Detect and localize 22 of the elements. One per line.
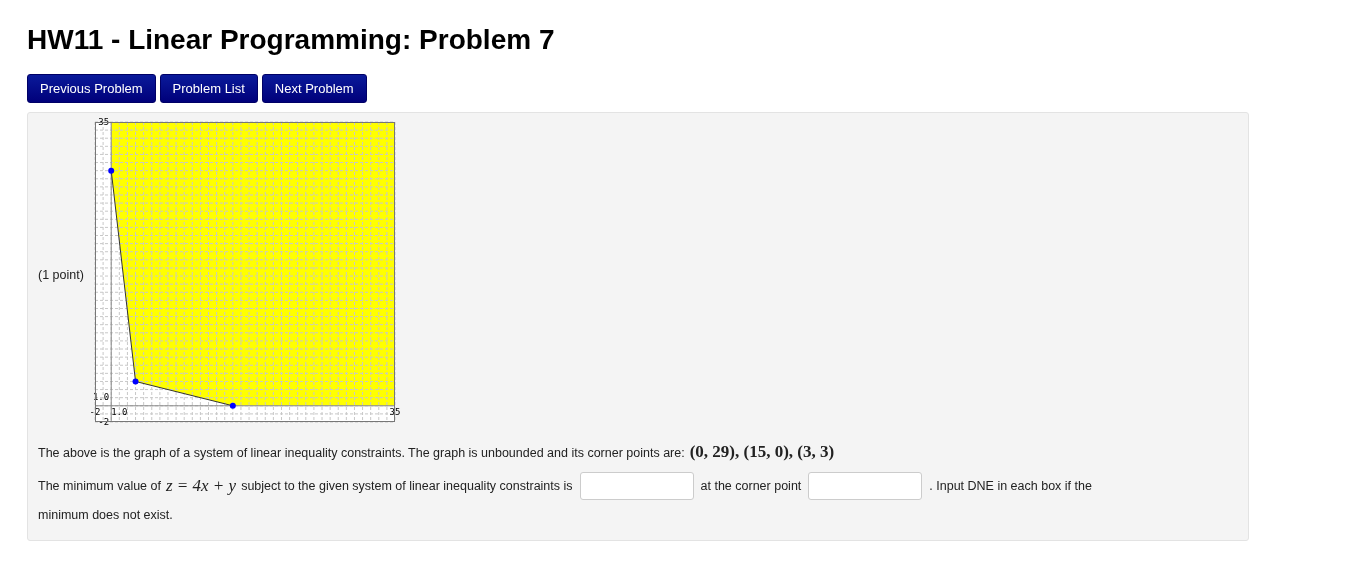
page-title: HW11 - Linear Programming: Problem 7 [27, 24, 556, 56]
answer-field[interactable] [808, 472, 923, 500]
nav-button[interactable]: Previous Problem [27, 74, 156, 103]
question-text: minimum does not exist. [38, 508, 173, 522]
objective-formula: z = 4x + y [165, 476, 237, 496]
question-text: at the corner point [700, 479, 802, 493]
corner-points: (0, 29), (15, 0), (3, 3) [689, 442, 835, 462]
x-tick-label: 1.0 [111, 406, 128, 417]
question-text: subject to the given system of linear inequality constraints is [241, 479, 573, 493]
y-tick-label: 35 [98, 116, 110, 127]
x-tick-label: -2 [89, 406, 101, 417]
point [108, 167, 115, 174]
statement-text: The above is the graph of a system of linear inequality constraints. The graph is unbounded and its corner points are: [38, 446, 685, 460]
point [229, 402, 236, 409]
answer-field[interactable] [579, 472, 694, 500]
nav-button[interactable]: Problem List [159, 74, 258, 103]
question-text: The minimum value of [38, 479, 161, 493]
point-value: (1 point) [38, 268, 84, 282]
nav-button[interactable]: Next Problem [261, 74, 367, 103]
point [132, 378, 139, 385]
x-tick-label: 35 [389, 406, 401, 417]
question-text: . Input DNE in each box if the [929, 479, 1092, 493]
